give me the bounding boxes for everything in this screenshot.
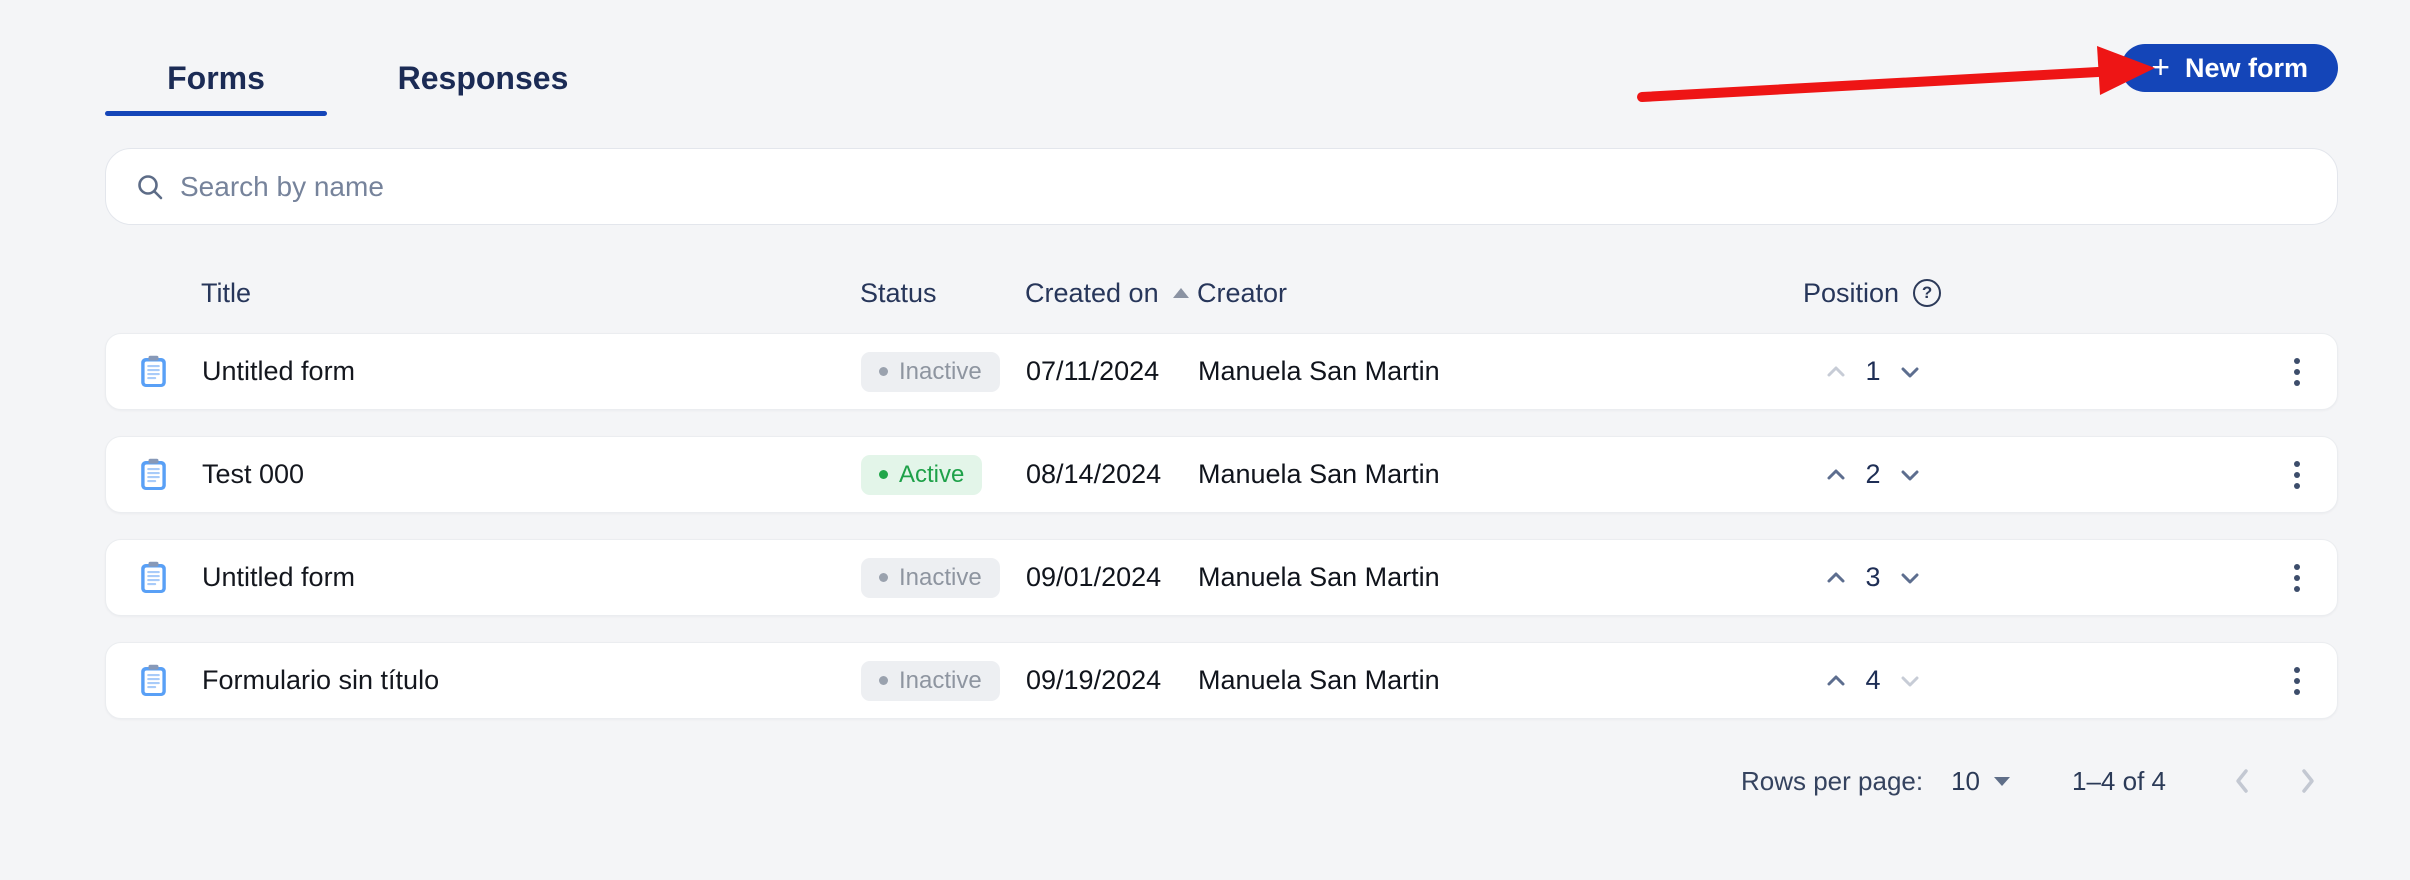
status-dot-icon — [879, 573, 888, 582]
creator-name: Manuela San Martin — [1198, 459, 1753, 490]
creator-name: Manuela San Martin — [1198, 562, 1753, 593]
new-form-button-label: New form — [2185, 53, 2308, 84]
position-up-button[interactable] — [1822, 360, 1850, 384]
chevron-up-icon — [1822, 463, 1850, 487]
row-menu-kebab-icon[interactable] — [2286, 453, 2308, 497]
status-badge: Inactive — [861, 558, 1000, 598]
table-row[interactable]: Test 000 Active 08/14/2024 Manuela San M… — [105, 436, 2338, 513]
form-clipboard-icon — [140, 458, 167, 491]
created-on-date: 09/19/2024 — [1026, 665, 1198, 696]
status-dot-icon — [879, 676, 888, 685]
status-dot-icon — [879, 367, 888, 376]
position-up-button[interactable] — [1822, 566, 1850, 590]
position-number: 2 — [1863, 459, 1883, 490]
form-title: Test 000 — [202, 459, 861, 490]
chevron-down-icon — [1896, 566, 1924, 590]
position-down-button[interactable] — [1896, 669, 1924, 693]
tab-responses[interactable]: Responses — [372, 40, 594, 116]
tab-forms[interactable]: Forms — [105, 40, 327, 116]
help-icon[interactable]: ? — [1913, 279, 1941, 307]
position-up-button[interactable] — [1822, 463, 1850, 487]
pagination-range: 1–4 of 4 — [2072, 766, 2166, 797]
position-down-button[interactable] — [1896, 463, 1924, 487]
tab-responses-label: Responses — [398, 60, 569, 97]
column-header-created-on[interactable]: Created on — [1025, 278, 1197, 309]
sort-ascending-icon — [1173, 288, 1189, 298]
form-title: Formulario sin título — [202, 665, 861, 696]
creator-name: Manuela San Martin — [1198, 665, 1753, 696]
next-page-button[interactable] — [2298, 765, 2318, 797]
rows-per-page-value: 10 — [1951, 766, 1980, 797]
chevron-down-icon — [1896, 463, 1924, 487]
chevron-up-icon — [1822, 669, 1850, 693]
caret-down-icon — [1994, 777, 2010, 786]
chevron-up-icon — [1822, 360, 1850, 384]
chevron-down-icon — [1896, 669, 1924, 693]
chevron-right-icon — [2298, 765, 2318, 797]
table-row[interactable]: Untitled form Inactive 09/01/2024 Manuel… — [105, 539, 2338, 616]
form-clipboard-icon — [140, 664, 167, 697]
chevron-down-icon — [1896, 360, 1924, 384]
active-tab-underline — [105, 111, 327, 116]
chevron-left-icon — [2232, 765, 2252, 797]
table-row[interactable]: Untitled form Inactive 07/11/2024 Manuel… — [105, 333, 2338, 410]
position-number: 4 — [1863, 665, 1883, 696]
plus-icon: + — [2151, 51, 2170, 83]
row-menu-kebab-icon[interactable] — [2286, 659, 2308, 703]
search-bar — [105, 148, 2338, 225]
row-menu-kebab-icon[interactable] — [2286, 350, 2308, 394]
status-badge: Inactive — [861, 352, 1000, 392]
form-title: Untitled form — [202, 562, 861, 593]
position-down-button[interactable] — [1896, 566, 1924, 590]
table-row[interactable]: Formulario sin título Inactive 09/19/202… — [105, 642, 2338, 719]
column-header-title: Title — [201, 278, 860, 309]
form-clipboard-icon — [140, 561, 167, 594]
tab-forms-label: Forms — [167, 60, 265, 97]
status-dot-icon — [879, 470, 888, 479]
status-badge: Active — [861, 455, 982, 495]
previous-page-button[interactable] — [2232, 765, 2252, 797]
form-title: Untitled form — [202, 356, 861, 387]
pagination-bar: Rows per page: 10 1–4 of 4 — [105, 756, 2338, 806]
position-number: 3 — [1863, 562, 1883, 593]
rows-per-page-select[interactable]: 10 — [1951, 766, 2010, 797]
created-on-date: 09/01/2024 — [1026, 562, 1198, 593]
position-up-button[interactable] — [1822, 669, 1850, 693]
tab-bar: Forms Responses — [105, 40, 594, 116]
creator-name: Manuela San Martin — [1198, 356, 1753, 387]
created-on-date: 07/11/2024 — [1026, 356, 1198, 387]
column-header-status: Status — [860, 278, 1025, 309]
forms-table: Untitled form Inactive 07/11/2024 Manuel… — [105, 333, 2338, 745]
position-number: 1 — [1863, 356, 1883, 387]
table-header-row: Title Status Created on Creator Position… — [105, 268, 2338, 318]
column-header-creator: Creator — [1197, 278, 1752, 309]
column-header-position: Position ? — [1752, 278, 1992, 309]
created-on-date: 08/14/2024 — [1026, 459, 1198, 490]
row-menu-kebab-icon[interactable] — [2286, 556, 2308, 600]
form-clipboard-icon — [140, 355, 167, 388]
search-icon — [134, 171, 166, 203]
rows-per-page-label: Rows per page: — [1741, 766, 1923, 797]
position-down-button[interactable] — [1896, 360, 1924, 384]
chevron-up-icon — [1822, 566, 1850, 590]
status-badge: Inactive — [861, 661, 1000, 701]
new-form-button[interactable]: + New form — [2121, 44, 2338, 92]
search-input[interactable] — [180, 171, 2313, 203]
